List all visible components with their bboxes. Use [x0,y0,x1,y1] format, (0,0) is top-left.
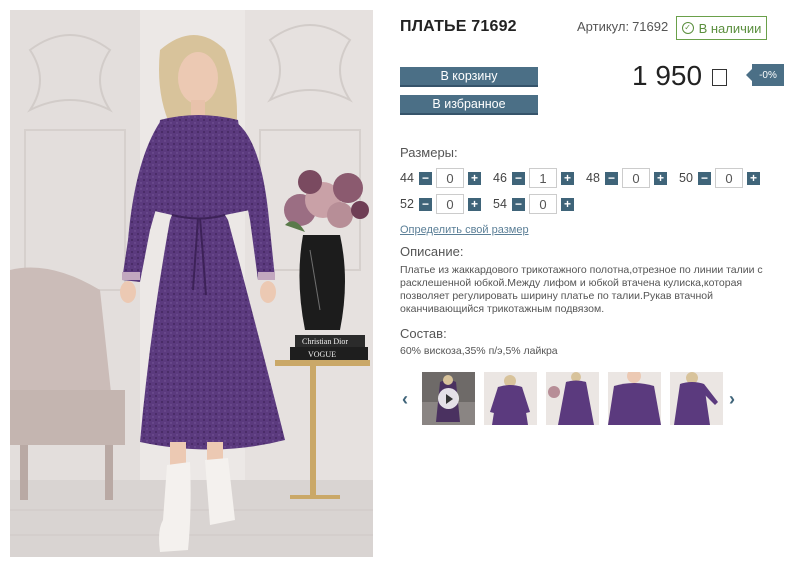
quantity-input[interactable]: 0 [529,194,557,214]
price-value: 1 950 [632,60,703,91]
size-label: 44 [400,171,414,185]
size-label: 50 [679,171,693,185]
book-bottom-text: VOGUE [308,350,336,359]
decrease-button[interactable]: − [419,171,432,185]
size-guide-link[interactable]: Определить свой размер [400,224,529,236]
book-top-text: Christian Dior [302,337,348,346]
discount-badge: -0% [746,64,784,86]
add-to-cart-button[interactable]: В корзину [400,67,538,87]
composition-text: 60% вискоза,35% п/э,5% лайкра [400,345,558,357]
quantity-input[interactable]: 0 [715,168,743,188]
product-title: ПЛАТЬЕ 71692 [400,18,517,35]
thumbnail-image[interactable] [484,372,537,425]
size-selector-46: 46 − 1 + [493,168,574,188]
decrease-button[interactable]: − [512,197,525,211]
sizes-label: Размеры: [400,145,458,160]
quantity-input[interactable]: 0 [436,194,464,214]
quantity-input[interactable]: 1 [529,168,557,188]
description-text: Платье из жаккардового трикотажного поло… [400,264,763,315]
play-icon [438,388,459,409]
decrease-button[interactable]: − [419,197,432,211]
thumbnail-image[interactable] [546,372,599,425]
size-label: 52 [400,197,414,211]
size-row: 44 − 0 + 46 − 1 + 48 − 0 + 50 − 0 + [400,168,772,188]
chevron-right-icon[interactable]: › [729,390,735,408]
sku: Артикул: 71692 [577,19,668,34]
decrease-button[interactable]: − [512,171,525,185]
increase-button[interactable]: + [561,171,574,185]
increase-button[interactable]: + [468,197,481,211]
size-selector-54: 54 − 0 + [493,194,574,214]
sku-value: 71692 [632,19,669,34]
decrease-button[interactable]: − [605,171,618,185]
stock-label: В наличии [698,20,762,36]
increase-button[interactable]: + [654,171,667,185]
size-row: 52 − 0 + 54 − 0 + [400,194,586,214]
thumbnail-image[interactable] [608,372,661,425]
stock-badge: ✓ В наличии [676,16,767,40]
size-label: 54 [493,197,507,211]
check-circle-icon: ✓ [681,22,694,34]
sku-label: Артикул: [577,19,630,34]
composition-label: Состав: [400,326,447,341]
size-label: 46 [493,171,507,185]
quantity-input[interactable]: 0 [622,168,650,188]
increase-button[interactable]: + [561,197,574,211]
increase-button[interactable]: + [747,171,760,185]
size-selector-44: 44 − 0 + [400,168,481,188]
chevron-left-icon[interactable]: ‹ [402,390,408,408]
size-label: 48 [586,171,600,185]
product-photo[interactable]: Christian Dior VOGUE [10,10,373,557]
currency-icon [712,69,728,86]
description-label: Описание: [400,244,464,259]
size-selector-50: 50 − 0 + [679,168,760,188]
price: 1 950 [632,60,728,92]
increase-button[interactable]: + [468,171,481,185]
size-selector-48: 48 − 0 + [586,168,667,188]
size-selector-52: 52 − 0 + [400,194,481,214]
add-to-favorites-button[interactable]: В избранное [400,95,538,115]
thumbnail-image[interactable] [670,372,723,425]
quantity-input[interactable]: 0 [436,168,464,188]
decrease-button[interactable]: − [698,171,711,185]
thumbnail-carousel: ‹ › [402,372,742,426]
thumbnail-video[interactable] [422,372,475,425]
